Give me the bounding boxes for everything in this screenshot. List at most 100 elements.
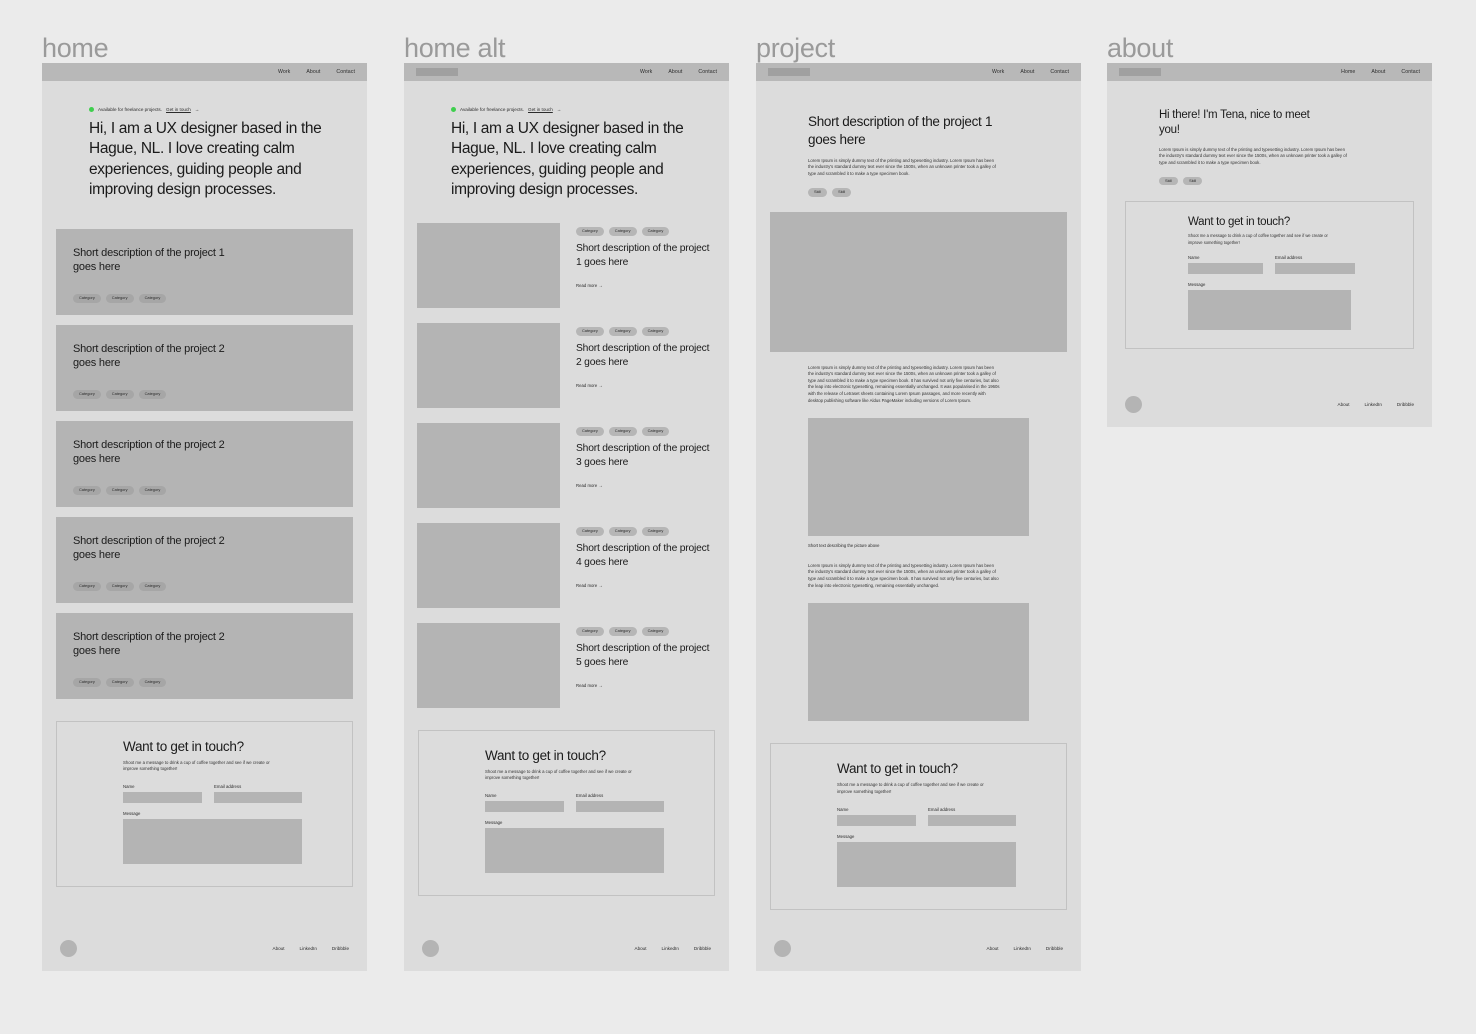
message-textarea[interactable]	[485, 828, 664, 874]
footer-link-about[interactable]: About	[1338, 402, 1350, 407]
tag-pill: Category	[576, 326, 604, 336]
nav-link-contact[interactable]: Contact	[1401, 69, 1420, 75]
read-more-link[interactable]: Read more →	[576, 283, 716, 288]
name-input[interactable]	[485, 801, 564, 813]
project-card[interactable]: Short description of the project 2 goes …	[56, 612, 353, 699]
footer-about: About LinkedIn Dribbble	[1107, 396, 1432, 413]
footer-link-dribbble[interactable]: Dribbble	[332, 946, 349, 951]
tag-pill: Category	[641, 326, 670, 336]
footer-link-dribbble[interactable]: Dribbble	[1046, 946, 1063, 951]
nav-link-about[interactable]: About	[668, 69, 682, 75]
logo-placeholder[interactable]	[416, 68, 458, 76]
email-label: Email address	[928, 806, 956, 812]
footer-link-linkedin[interactable]: LinkedIn	[300, 946, 317, 951]
email-label: Email address	[576, 793, 604, 799]
project-card[interactable]: Short description of the project 2 goes …	[56, 324, 353, 411]
tag-pill: Category	[576, 626, 604, 636]
logo-placeholder[interactable]	[1119, 68, 1161, 76]
project-card[interactable]: Short description of the project 1 goes …	[56, 228, 353, 315]
footer-link-linkedin[interactable]: LinkedIn	[662, 946, 679, 951]
project-card[interactable]: Short description of the project 2 goes …	[56, 516, 353, 603]
navbar-home: Work About Contact	[42, 63, 367, 81]
project-card-tags: Category Category Category	[73, 581, 336, 591]
nav-link-work[interactable]: Work	[278, 69, 290, 75]
avatar	[422, 940, 439, 957]
footer-link-dribbble[interactable]: Dribbble	[694, 946, 711, 951]
footer-link-about[interactable]: About	[987, 946, 999, 951]
name-label: Name	[485, 793, 497, 799]
project-title: Short description of the project 4 goes …	[576, 542, 710, 568]
get-in-touch-link[interactable]: Get in touch	[166, 107, 191, 112]
email-input[interactable]	[928, 814, 1016, 826]
email-label: Email address	[1275, 255, 1303, 261]
nav-link-about[interactable]: About	[1371, 69, 1385, 75]
tag-pill: Category	[641, 226, 670, 236]
project-list-item[interactable]: Category Category Category Short descrip…	[417, 422, 716, 508]
read-more-link[interactable]: Read more →	[576, 383, 716, 388]
logo-placeholder[interactable]	[768, 68, 810, 76]
message-label: Message	[837, 833, 855, 839]
tag-pill: Category	[105, 677, 134, 687]
email-input[interactable]	[1275, 263, 1355, 275]
read-more-link[interactable]: Read more →	[576, 583, 716, 588]
footer-link-dribbble[interactable]: Dribbble	[1397, 402, 1414, 407]
email-input[interactable]	[576, 801, 664, 813]
project-card[interactable]: Short description of the project 2 goes …	[56, 420, 353, 507]
navbar-about: Home About Contact	[1107, 63, 1432, 81]
nav-link-contact[interactable]: Contact	[1050, 69, 1069, 75]
message-textarea[interactable]	[837, 841, 1016, 887]
project-card-tags: Category Category Category	[73, 389, 336, 399]
message-textarea[interactable]	[1188, 290, 1351, 331]
about-header: Hi there! I'm Tena, nice to meet you! Lo…	[1107, 81, 1432, 186]
name-label: Name	[123, 783, 135, 789]
tag-pill: Category	[608, 226, 637, 236]
name-input[interactable]	[123, 791, 202, 803]
arrow-right-icon: →	[194, 107, 200, 112]
message-textarea[interactable]	[123, 818, 302, 864]
email-input[interactable]	[214, 791, 302, 803]
footer-link-linkedin[interactable]: LinkedIn	[1365, 402, 1382, 407]
tag-pill: Category	[138, 485, 167, 495]
project-title: Short description of the project 2 goes …	[576, 342, 710, 368]
project-list-item[interactable]: Category Category Category Short descrip…	[417, 322, 716, 408]
project-list-item[interactable]: Category Category Category Short descrip…	[417, 622, 716, 708]
availability-badge: Available for freelance projects. Get in…	[451, 107, 697, 112]
project-card-title: Short description of the project 1 goes …	[73, 246, 225, 274]
nav-link-work[interactable]: Work	[992, 69, 1004, 75]
footer-home-alt: About LinkedIn Dribbble	[404, 940, 729, 957]
project-title: Short description of the project 5 goes …	[576, 642, 710, 668]
name-input[interactable]	[837, 814, 916, 826]
get-in-touch-link[interactable]: Get in touch	[528, 107, 553, 112]
read-more-link[interactable]: Read more →	[576, 683, 716, 688]
project-list-item[interactable]: Category Category Category Short descrip…	[417, 522, 716, 608]
footer-link-about[interactable]: About	[635, 946, 647, 951]
project-list-item[interactable]: Category Category Category Short descrip…	[417, 222, 716, 308]
avatar	[1125, 396, 1142, 413]
project-title: Short description of the project 3 goes …	[576, 442, 710, 468]
tag-pill: Category	[138, 389, 167, 399]
footer-link-linkedin[interactable]: LinkedIn	[1014, 946, 1031, 951]
project-image-caption: Short text describing the picture above	[808, 543, 880, 549]
nav-link-contact[interactable]: Contact	[336, 69, 355, 75]
nav-link-work[interactable]: Work	[640, 69, 652, 75]
skill-pill: Skill	[832, 187, 852, 197]
contact-title: Want to get in touch?	[485, 747, 606, 763]
nav-link-contact[interactable]: Contact	[698, 69, 717, 75]
nav-link-about[interactable]: About	[306, 69, 320, 75]
project-card-tags: Category Category Category	[73, 485, 336, 495]
tag-pill: Category	[73, 581, 101, 591]
project-body-paragraph: Lorem Ipsum is simply dummy text of the …	[808, 364, 1000, 403]
status-dot-icon	[451, 107, 456, 112]
nav-link-about[interactable]: About	[1020, 69, 1034, 75]
message-field-group: Message	[485, 820, 664, 874]
project-header: Short description of the project 1 goes …	[756, 81, 1081, 197]
name-input[interactable]	[1188, 263, 1263, 275]
name-field-group: Name	[837, 807, 916, 826]
tag-pill: Category	[73, 677, 101, 687]
read-more-link[interactable]: Read more →	[576, 483, 716, 488]
project-card-list: Short description of the project 1 goes …	[42, 228, 367, 699]
contact-title: Want to get in touch?	[1188, 216, 1290, 229]
email-field-group: Email address	[1275, 255, 1355, 275]
footer-link-about[interactable]: About	[273, 946, 285, 951]
nav-link-home[interactable]: Home	[1341, 69, 1355, 75]
